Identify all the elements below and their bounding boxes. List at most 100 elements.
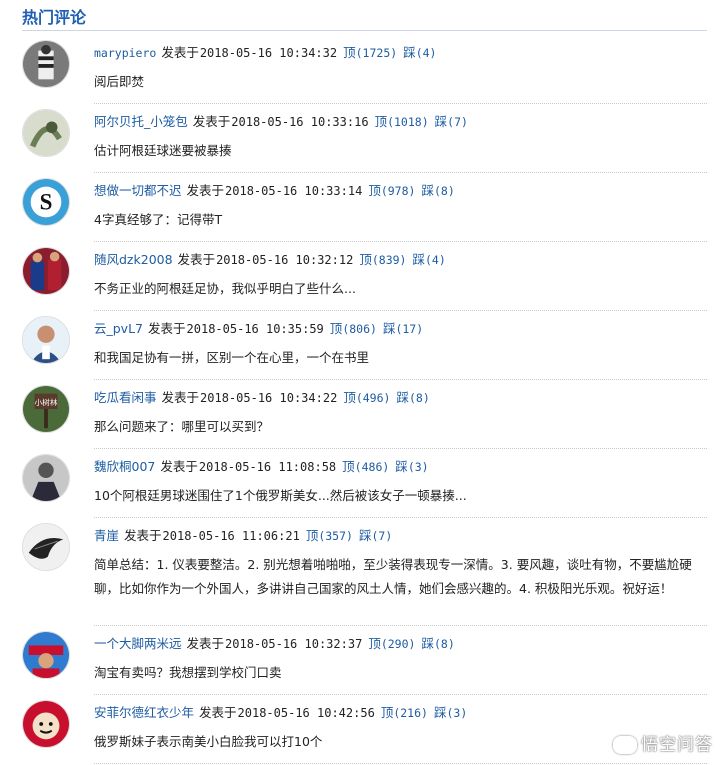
comment-text: 那么问题来了：哪里可以买到？	[94, 419, 270, 434]
downvote-button[interactable]: 踩(3)	[434, 705, 467, 720]
timestamp: 2018-05-16 11:08:58	[198, 460, 337, 474]
comment-meta: 云_pvL7 发表于2018-05-16 10:35:59 顶(806) 踩(17)	[94, 318, 423, 337]
downvote-button[interactable]: 踩(8)	[396, 390, 429, 405]
upvote-count: (290)	[380, 637, 416, 651]
downvote-button[interactable]: 踩(17)	[383, 321, 423, 336]
downvote-button[interactable]: 踩(4)	[403, 45, 436, 60]
username-link[interactable]: 随风dzk2008	[94, 252, 173, 267]
username-link[interactable]: 想做一切都不迟	[94, 183, 182, 198]
divider	[94, 763, 707, 764]
comment-meta: 吃瓜看闲事 发表于2018-05-16 10:34:22 顶(496) 踩(8)	[94, 387, 430, 406]
username-link[interactable]: 吃瓜看闲事	[94, 390, 157, 405]
timestamp: 2018-05-16 10:32:12	[216, 253, 354, 267]
avatar[interactable]	[22, 40, 70, 88]
upvote-count: (1725)	[355, 46, 398, 60]
avatar[interactable]	[22, 247, 70, 295]
avatar[interactable]: 小树林	[22, 385, 70, 433]
downvote-count: (3)	[446, 706, 468, 720]
comment-list: marypiero 发表于2018-05-16 10:34:32 顶(1725) 踩(…	[22, 35, 707, 764]
downvote-button[interactable]: 踩(7)	[435, 114, 468, 129]
username-link[interactable]: 云_pvL7	[94, 321, 143, 336]
downvote-label: 踩	[403, 45, 416, 60]
comment-meta: 想做一切都不迟 发表于2018-05-16 10:33:14 顶(978) 踩(8)	[94, 180, 455, 199]
username-link[interactable]: 阿尔贝托_小笼包	[94, 114, 188, 129]
comment-item: 安菲尔德红衣少年 发表于2018-05-16 10:42:56 顶(216) 踩(3)…	[22, 695, 707, 764]
upvote-count: (1018)	[387, 115, 429, 129]
upvote-button[interactable]: 顶(839)	[359, 252, 406, 267]
upvote-button[interactable]: 顶(1725)	[343, 45, 397, 60]
comment-item: marypiero 发表于2018-05-16 10:34:32 顶(1725) 踩(…	[22, 35, 707, 104]
username-link[interactable]: 一个大脚两米远	[94, 636, 182, 651]
upvote-button[interactable]: 顶(486)	[342, 459, 389, 474]
username-link[interactable]: marypiero	[94, 46, 156, 60]
comment-item: S 想做一切都不迟 发表于2018-05-16 10:33:14 顶(978) 踩(8)…	[22, 173, 707, 242]
downvote-count: (7)	[447, 115, 468, 129]
username-link[interactable]: 安菲尔德红衣少年	[94, 705, 194, 720]
upvote-count: (496)	[355, 391, 391, 405]
timestamp: 2018-05-16 10:32:37	[225, 637, 363, 651]
upvote-button[interactable]: 顶(1018)	[375, 114, 429, 129]
timestamp: 2018-05-16 10:35:59	[186, 322, 324, 336]
upvote-label: 顶	[374, 114, 388, 129]
comment-meta: 魏欣桐007 发表于2018-05-16 11:08:58 顶(486) 踩(3)	[94, 456, 429, 475]
avatar[interactable]	[22, 700, 70, 748]
username-link[interactable]: 魏欣桐007	[94, 459, 155, 474]
timestamp: 2018-05-16 10:34:22	[200, 391, 338, 405]
comment-text: 不务正业的阿根廷足协，我似乎明白了些什么...	[94, 281, 356, 296]
username-link[interactable]: 青崖	[94, 528, 119, 543]
upvote-label: 顶	[329, 321, 343, 336]
upvote-button[interactable]: 顶(978)	[368, 183, 415, 198]
comment-item: 青崖 发表于2018-05-16 11:06:21 顶(357) 踩(7) 简单总结：1…	[22, 518, 707, 626]
comment-text: 和我国足协有一拼，区别一个在心里，一个在书里	[94, 350, 370, 365]
avatar[interactable]	[22, 454, 70, 502]
upvote-label: 顶	[343, 45, 356, 60]
downvote-count: (17)	[395, 322, 424, 336]
chat-bubble-icon	[613, 736, 637, 754]
comment-meta: 随风dzk2008 发表于2018-05-16 10:32:12 顶(839) 踩(4…	[94, 249, 446, 268]
posted-label: 发表于	[160, 459, 198, 474]
upvote-label: 顶	[305, 528, 319, 543]
upvote-label: 顶	[368, 636, 381, 651]
upvote-button[interactable]: 顶(216)	[381, 705, 428, 720]
upvote-count: (486)	[354, 460, 390, 474]
comment-item: 魏欣桐007 发表于2018-05-16 11:08:58 顶(486) 踩(3) 10…	[22, 449, 707, 518]
posted-label: 发表于	[192, 114, 231, 129]
upvote-label: 顶	[343, 390, 356, 405]
downvote-button[interactable]: 踩(8)	[421, 183, 454, 198]
avatar[interactable]	[22, 109, 70, 157]
section-header: 热门评论	[22, 0, 707, 31]
downvote-count: (4)	[425, 253, 446, 267]
upvote-button[interactable]: 顶(806)	[330, 321, 377, 336]
comment-meta: 安菲尔德红衣少年 发表于2018-05-16 10:42:56 顶(216) 踩(3)	[94, 702, 467, 721]
watermark-text: 悟空问答	[641, 735, 713, 755]
downvote-label: 踩	[434, 114, 448, 129]
downvote-button[interactable]: 踩(4)	[412, 252, 445, 267]
avatar[interactable]	[22, 523, 70, 571]
downvote-button[interactable]: 踩(7)	[359, 528, 392, 543]
comment-text: 简单总结：1. 仪表要整洁。2. 别光想着啪啪啪，至少装得表现专一深情。3. 要…	[94, 557, 692, 596]
comment-meta: 阿尔贝托_小笼包 发表于2018-05-16 10:33:16 顶(1018) 踩(7…	[94, 111, 468, 130]
upvote-count: (839)	[371, 253, 407, 267]
downvote-label: 踩	[382, 321, 396, 336]
upvote-count: (216)	[393, 706, 428, 720]
downvote-label: 踩	[421, 636, 434, 651]
posted-label: 发表于	[161, 45, 199, 60]
comment-text: 淘宝有卖吗？我想摆到学校门口卖	[94, 665, 282, 680]
avatar[interactable]	[22, 631, 70, 679]
downvote-count: (8)	[433, 637, 455, 651]
comment-item: 阿尔贝托_小笼包 发表于2018-05-16 10:33:16 顶(1018) 踩(7…	[22, 104, 707, 173]
downvote-button[interactable]: 踩(3)	[395, 459, 428, 474]
avatar[interactable]: S	[22, 178, 70, 226]
timestamp: 2018-05-16 10:42:56	[237, 706, 375, 720]
timestamp: 2018-05-16 10:33:16	[231, 115, 369, 129]
posted-label: 发表于	[124, 528, 162, 543]
upvote-button[interactable]: 顶(290)	[368, 636, 415, 651]
downvote-count: (8)	[408, 391, 430, 405]
avatar[interactable]	[22, 316, 70, 364]
upvote-button[interactable]: 顶(357)	[306, 528, 353, 543]
downvote-label: 踩	[358, 528, 372, 543]
timestamp: 2018-05-16 10:34:32	[199, 46, 338, 60]
downvote-count: (4)	[415, 46, 437, 60]
downvote-button[interactable]: 踩(8)	[421, 636, 454, 651]
upvote-button[interactable]: 顶(496)	[343, 390, 390, 405]
